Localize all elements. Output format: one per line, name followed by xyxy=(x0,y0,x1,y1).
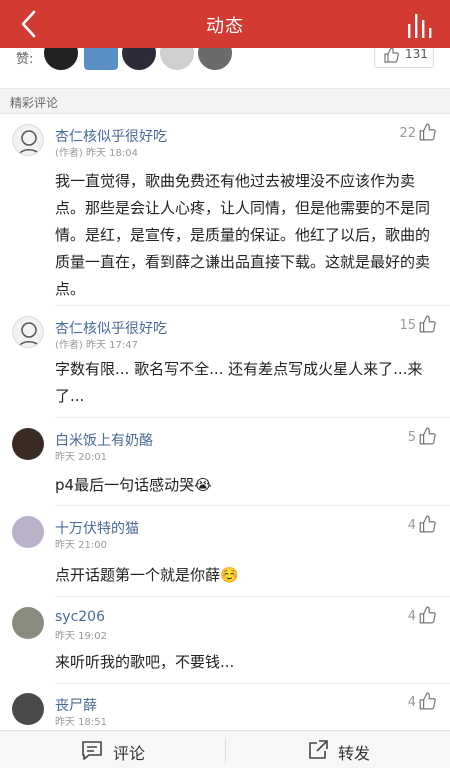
comment-text: 来听听我的歌吧，不要钱... xyxy=(55,653,235,671)
commenter-name[interactable]: 十万伏特的猫 xyxy=(55,518,139,538)
commenter-name[interactable]: 杏仁核似乎很好吃 xyxy=(55,318,167,338)
comment-item: 丧尸薛 昨天 18:51 4 xyxy=(0,684,450,730)
avatar[interactable] xyxy=(44,48,78,70)
comment-item: 杏仁核似乎很好吃 (作者) 昨天 17:47 15 字数有限... 歌名写不全.… xyxy=(0,306,450,405)
thumbs-up-icon[interactable] xyxy=(418,315,436,333)
comment-meta: 昨天 21:00 xyxy=(55,540,107,551)
comment-meta: (作者) 昨天 17:47 xyxy=(55,340,138,351)
section-header: 精彩评论 xyxy=(0,88,450,114)
comment-like-count: 4 xyxy=(407,609,416,624)
comment-meta: (作者) 昨天 18:04 xyxy=(55,148,138,159)
likes-row: 赞: 131 xyxy=(0,48,450,86)
comment-meta: 昨天 20:01 xyxy=(55,452,107,463)
commenter-name[interactable]: 杏仁核似乎很好吃 xyxy=(55,126,167,146)
comment-item: 白米饭上有奶酪 昨天 20:01 5 p4最后一句话感动哭😭 xyxy=(0,418,450,506)
thumbs-up-icon[interactable] xyxy=(418,606,436,624)
share-icon xyxy=(309,740,328,759)
commenter-name[interactable]: syc206 xyxy=(55,609,105,625)
page-title: 动态 xyxy=(206,16,244,37)
thumbs-up-icon[interactable] xyxy=(418,427,436,445)
avatar[interactable] xyxy=(12,124,44,156)
top-bar: 动态 xyxy=(0,0,450,48)
comment-text: 我一直觉得，歌曲免费还有他过去被埋没不应该作为卖点。那些是会让人心疼，让人同情，… xyxy=(55,172,431,298)
bottom-bar: 评论 转发 xyxy=(0,730,450,768)
avatar[interactable] xyxy=(12,428,44,460)
share-button[interactable]: 转发 xyxy=(226,731,450,768)
thumbs-up-icon[interactable] xyxy=(418,692,436,710)
comment-item: 杏仁核似乎很好吃 (作者) 昨天 18:04 22 我一直觉得，歌曲免费还有他过… xyxy=(0,116,450,306)
thumbs-up-icon xyxy=(384,48,399,63)
comment-text: 字数有限... 歌名写不全... 还有差点写成火星人来了...来了... xyxy=(55,360,423,405)
comment-item: syc206 昨天 19:02 4 来听听我的歌吧，不要钱... xyxy=(0,597,450,683)
avatar[interactable] xyxy=(122,48,156,70)
thumbs-up-icon[interactable] xyxy=(418,123,436,141)
comment-meta: 昨天 18:51 xyxy=(55,717,107,728)
comment-button[interactable]: 评论 xyxy=(0,731,225,768)
comment-like-count: 5 xyxy=(407,430,416,445)
avatar[interactable] xyxy=(84,48,118,70)
comment-like-count: 15 xyxy=(399,318,416,333)
comment-icon xyxy=(82,741,102,760)
comment-meta: 昨天 19:02 xyxy=(55,631,107,642)
comment-text: 点开话题第一个就是你薛☺️ xyxy=(55,566,239,584)
equalizer-icon[interactable] xyxy=(406,10,436,38)
avatar[interactable] xyxy=(198,48,232,70)
section-title: 精彩评论 xyxy=(10,96,59,110)
likes-label: 赞: xyxy=(16,52,34,67)
comment-like-count: 4 xyxy=(407,695,416,710)
comment-like-count: 22 xyxy=(399,126,416,141)
avatar[interactable] xyxy=(160,48,194,70)
commenter-name[interactable]: 丧尸薛 xyxy=(55,695,97,715)
comment-like-count: 4 xyxy=(407,518,416,533)
like-count: 131 xyxy=(405,48,428,61)
avatar[interactable] xyxy=(12,607,44,639)
like-button[interactable]: 131 xyxy=(374,48,434,68)
comment-item: 十万伏特的猫 昨天 21:00 4 点开话题第一个就是你薛☺️ xyxy=(0,506,450,594)
avatar[interactable] xyxy=(12,516,44,548)
comment-text: p4最后一句话感动哭😭 xyxy=(55,476,212,494)
avatar[interactable] xyxy=(12,693,44,725)
commenter-name[interactable]: 白米饭上有奶酪 xyxy=(55,430,153,450)
share-button-label: 转发 xyxy=(338,744,371,763)
comment-button-label: 评论 xyxy=(113,744,146,763)
thumbs-up-icon[interactable] xyxy=(418,515,436,533)
avatar[interactable] xyxy=(12,316,44,348)
